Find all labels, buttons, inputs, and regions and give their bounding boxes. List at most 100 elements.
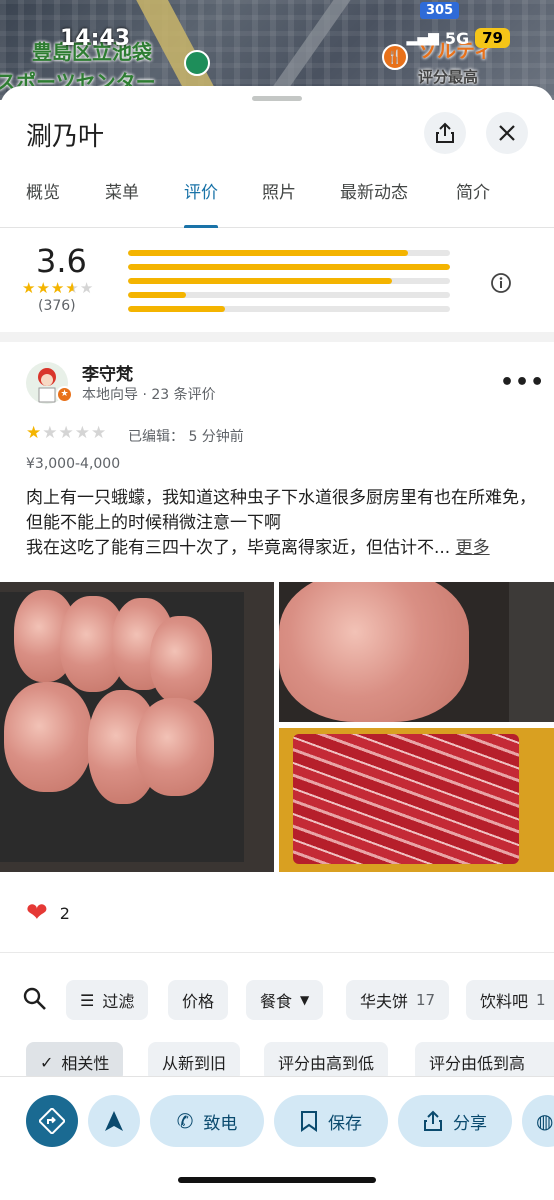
rating-bar-fill	[128, 264, 450, 270]
tab-reviews[interactable]: 评价	[184, 178, 218, 228]
rating-bar-3	[128, 278, 450, 284]
route-number-badge: 305	[420, 2, 460, 19]
price-chip[interactable]: 价格	[168, 980, 229, 1020]
call-button[interactable]: ✆ 致电	[150, 1095, 264, 1147]
review-edited-time: 已编辑： 5 分钟前	[128, 429, 244, 445]
rating-score: 3.6	[36, 242, 87, 280]
review-text: 肉上有一只蛾蠓，我知道这种虫子下水道很多厨房里有也在所难免，但能不能上的时候稍微…	[26, 486, 536, 561]
share-icon	[424, 1110, 442, 1131]
tab-label: 评价	[184, 183, 218, 203]
map-label-top-rated: 评分最高	[418, 68, 479, 86]
star-icon: ★	[65, 279, 79, 297]
review-stars: ★ ★ ★ ★ ★	[26, 423, 107, 443]
meal-chip[interactable]: 餐食 ▼	[246, 980, 324, 1020]
heart-icon[interactable]: ❤	[26, 898, 48, 928]
meat-slice	[4, 682, 92, 792]
chip-count: 1	[536, 991, 546, 1009]
info-icon[interactable]	[490, 272, 512, 298]
chip-label: 饮料吧	[480, 992, 529, 1011]
section-divider	[0, 332, 554, 342]
tab-label: 菜单	[105, 183, 139, 203]
star-icon: ★	[22, 279, 36, 297]
star-icon: ★	[74, 423, 90, 443]
star-icon: ★	[58, 423, 74, 443]
review-photo[interactable]	[279, 582, 554, 722]
search-reviews-icon[interactable]	[22, 986, 48, 1016]
rating-bar-fill	[128, 250, 409, 256]
more-actions-button[interactable]: ◍	[522, 1095, 554, 1147]
network-label: 5G	[444, 28, 470, 48]
bookmark-icon	[301, 1111, 317, 1132]
rating-stars: ★ ★ ★ ★ ★	[22, 281, 93, 296]
rating-bar-2	[128, 292, 450, 298]
star-icon: ★	[26, 423, 42, 443]
save-label: 保存	[328, 1113, 362, 1134]
filter-chip[interactable]: ☰ 过滤	[66, 980, 149, 1020]
close-icon	[499, 125, 515, 141]
chip-label: 评分由高到低	[278, 1054, 375, 1073]
topic-chip-drinkbar[interactable]: 饮料吧 1	[466, 980, 554, 1020]
tab-label: 最新动态	[340, 183, 408, 203]
more-options-icon[interactable]: •••	[500, 370, 545, 395]
call-label: 致电	[203, 1113, 238, 1134]
section-divider	[0, 952, 554, 953]
meat-slice	[150, 616, 212, 704]
review-price: ¥3,000-4,000	[26, 456, 121, 472]
start-navigation-button[interactable]	[88, 1095, 140, 1147]
save-button[interactable]: 保存	[274, 1095, 388, 1147]
chip-label: 从新到旧	[162, 1054, 227, 1073]
review-photo[interactable]	[0, 582, 274, 872]
like-count: 2	[59, 903, 70, 923]
table-edge	[509, 582, 554, 722]
map-pin-icon[interactable]	[184, 50, 210, 76]
signal-icon: ▂▄▆	[406, 30, 439, 46]
chip-count: 17	[416, 991, 436, 1009]
star-icon: ★	[91, 423, 107, 443]
rating-bar-1	[128, 306, 450, 312]
tab-menu[interactable]: 菜单	[105, 178, 139, 228]
likes[interactable]: ❤ 2	[26, 898, 70, 928]
directions-button[interactable]	[26, 1095, 78, 1147]
rating-bar-4	[128, 264, 450, 270]
chip-label: 华夫饼	[360, 992, 409, 1011]
place-sheet: 涮乃叶 概览 菜单 评价 照片 最新动态 简介 3.6 ★ ★ ★ ★ ★ (376)	[0, 86, 554, 1200]
status-indicators: ▂▄▆ 5G 79	[407, 28, 510, 48]
chip-label: 相关性	[61, 1054, 110, 1073]
map-view[interactable]: 305 豊島区立池袋 スポーツセンター 🍴 ソルティ 评分最高 14:43 ▂▄…	[0, 0, 554, 100]
tab-overview[interactable]: 概览	[26, 178, 60, 228]
chip-label: 过滤	[102, 992, 135, 1011]
meat-slice	[279, 582, 469, 722]
directions-icon	[39, 1108, 65, 1134]
tab-updates[interactable]: 最新动态	[340, 178, 408, 228]
rating-bar-fill	[128, 278, 393, 284]
tab-about[interactable]: 简介	[456, 178, 490, 228]
navigation-arrow-icon	[105, 1111, 123, 1131]
beef-slices	[293, 734, 519, 864]
battery-indicator: 79	[475, 28, 510, 48]
tab-label: 简介	[456, 183, 490, 203]
phone-icon: ✆	[176, 1109, 194, 1133]
tab-label: 照片	[262, 183, 296, 203]
share-label: 分享	[453, 1113, 487, 1134]
topic-chip-waffle[interactable]: 华夫饼 17	[346, 980, 450, 1020]
sheet-drag-handle[interactable]	[252, 96, 302, 101]
restaurant-pin-icon[interactable]: 🍴	[382, 44, 408, 70]
close-button[interactable]	[486, 112, 528, 154]
reviewer-name[interactable]: 李守梵	[82, 360, 133, 385]
meat-slice	[136, 698, 214, 796]
rating-bar-fill	[128, 306, 225, 312]
more-link[interactable]: 更多	[456, 538, 490, 558]
share-button[interactable]: 分享	[398, 1095, 512, 1147]
rating-count: (376)	[38, 298, 76, 314]
check-icon: ✓	[40, 1052, 54, 1072]
share-button-top[interactable]	[424, 112, 466, 154]
star-icon: ★	[42, 423, 58, 443]
review-photo[interactable]	[279, 728, 554, 872]
place-title: 涮乃叶	[26, 122, 105, 152]
action-bar: ✆ 致电 保存 分享 ◍	[0, 1076, 554, 1200]
local-guide-badge-icon: ★	[56, 386, 73, 403]
tab-photos[interactable]: 照片	[262, 178, 296, 228]
globe-icon: ◍	[536, 1109, 554, 1133]
star-icon: ★	[36, 279, 50, 297]
filter-icon: ☰	[80, 990, 95, 1010]
